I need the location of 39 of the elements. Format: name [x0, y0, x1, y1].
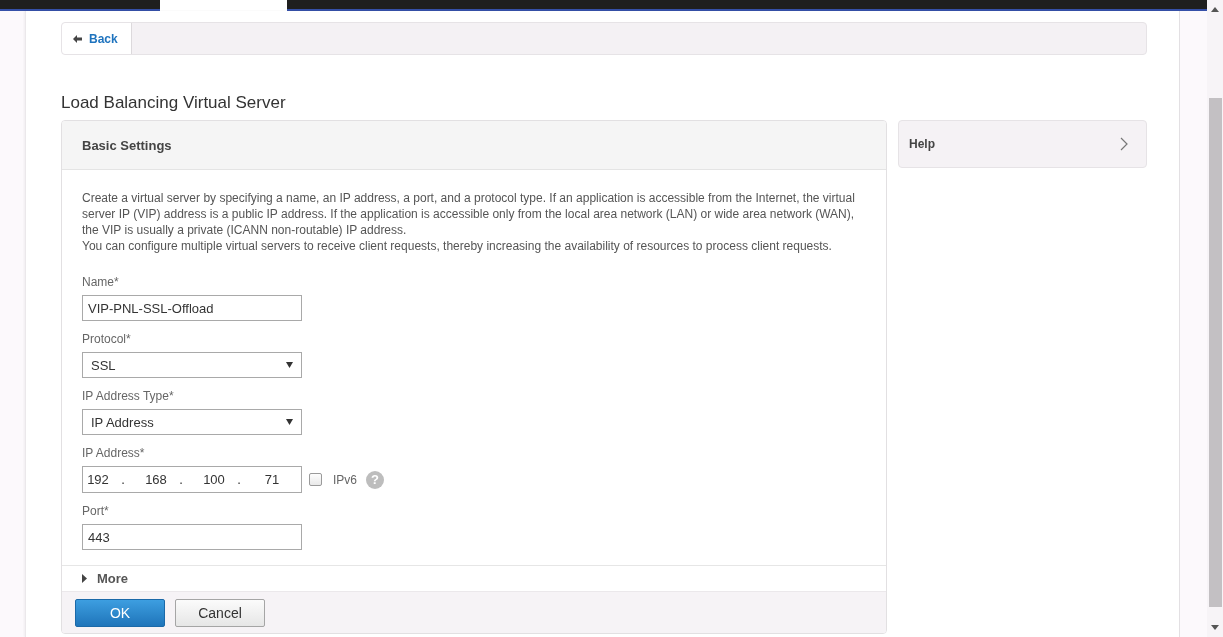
- ip-octet-field[interactable]: 71: [257, 472, 287, 487]
- octet-separator: .: [236, 472, 242, 487]
- dropdown-field[interactable]: SSL: [82, 352, 302, 378]
- help-title: Help: [909, 137, 935, 151]
- field-label: Protocol*: [82, 331, 132, 347]
- text-input-field[interactable]: 443: [82, 524, 302, 550]
- back-button[interactable]: Back: [62, 23, 132, 54]
- scrollbar[interactable]: [1207, 0, 1223, 637]
- field-label: IP Address Type*: [82, 388, 175, 404]
- dropdown-value: SSL: [91, 357, 116, 373]
- left-arrow-icon: [73, 34, 82, 43]
- scroll-down-arrow-icon[interactable]: [1211, 625, 1219, 630]
- page-title: Load Balancing Virtual Server: [61, 93, 287, 113]
- checkbox-label: IPv6: [333, 472, 357, 487]
- checkbox[interactable]: [309, 473, 322, 486]
- dropdown-field[interactable]: IP Address: [82, 409, 302, 435]
- octet-separator: .: [120, 472, 126, 487]
- chevron-right-icon: [1120, 137, 1128, 151]
- cancel-button[interactable]: Cancel: [175, 598, 265, 627]
- more-label: More: [97, 571, 129, 586]
- field-label: Port*: [82, 503, 110, 519]
- field-label: IP Address*: [82, 445, 146, 461]
- scroll-up-arrow-icon[interactable]: [1211, 7, 1219, 12]
- ip-octet-field[interactable]: 168: [141, 472, 171, 487]
- ip-octet-field[interactable]: 192: [83, 472, 113, 487]
- ok-button[interactable]: OK: [75, 598, 165, 627]
- scrollbar-thumb[interactable]: [1208, 98, 1222, 607]
- text-input-field[interactable]: VIP-PNL-SSL-Offload: [82, 295, 302, 321]
- description-text: You can configure multiple virtual servers to receive client requests, thereby increasing the availability of resources to process client requests.: [82, 238, 833, 254]
- description-text: Create a virtual server by specifying a name, an IP address, a port, and a protocol type. If an application is accessible from the Internet, the virtual server IP (VIP) address is a public IP address. If the application is accessible only from the local area network (LAN) or wide area network (WAN), the VIP is usually a private (ICANN non-routable) IP address.: [82, 190, 856, 238]
- dropdown-arrow-icon: [286, 362, 293, 368]
- field-label: Name*: [82, 274, 120, 290]
- panel-title: Basic Settings: [82, 137, 172, 153]
- dropdown-arrow-icon: [286, 419, 293, 425]
- octet-separator: .: [178, 472, 184, 487]
- help-panel[interactable]: Help: [898, 120, 1147, 168]
- ip-octet-field[interactable]: 100: [199, 472, 229, 487]
- dropdown-value: IP Address: [91, 414, 154, 430]
- expand-triangle-icon: [82, 574, 87, 583]
